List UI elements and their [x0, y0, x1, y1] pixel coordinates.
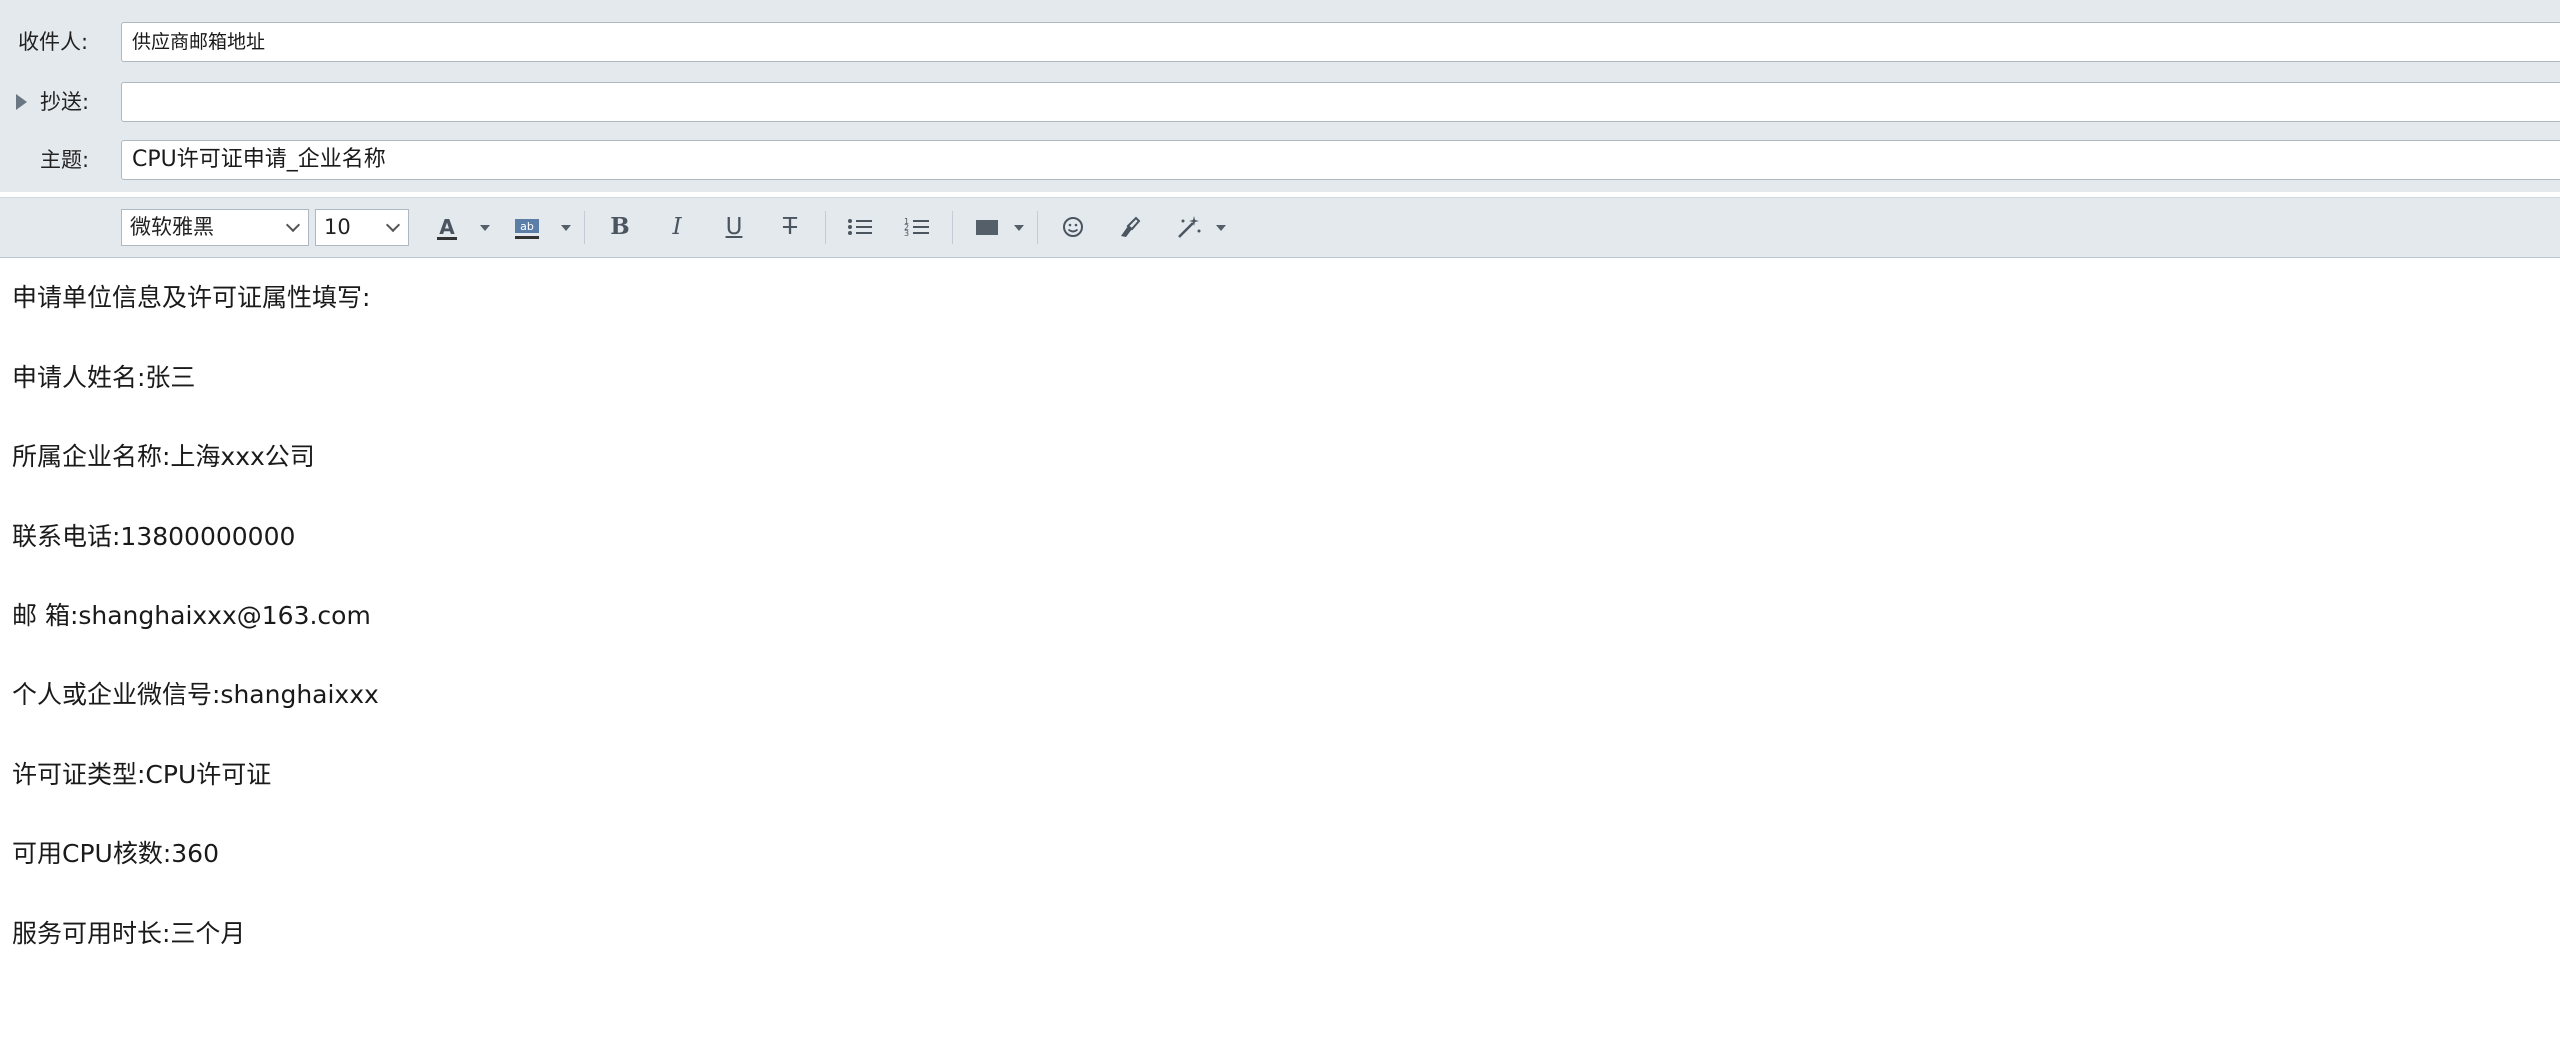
- numbered-list-icon[interactable]: 123: [902, 212, 932, 242]
- toolbar-divider: [825, 211, 826, 244]
- bold-button[interactable]: B: [605, 212, 635, 242]
- table-icon[interactable]: [972, 212, 1002, 242]
- font-size-select[interactable]: 10: [315, 209, 409, 246]
- formatting-toolbar: 微软雅黑 10 A ab B I U T 123: [0, 197, 2560, 258]
- body-line: 申请人姓名:张三: [12, 363, 196, 392]
- cc-input[interactable]: [121, 82, 2560, 122]
- body-line: 申请单位信息及许可证属性填写:: [12, 283, 371, 312]
- to-row: 收件人: 供应商邮箱地址: [0, 18, 2560, 66]
- svg-text:ab: ab: [520, 220, 534, 233]
- chevron-down-icon: [385, 217, 401, 233]
- toolbar-divider: [1037, 211, 1038, 244]
- expand-arrow-icon[interactable]: [16, 94, 27, 110]
- font-color-icon[interactable]: A: [433, 212, 461, 242]
- format-painter-icon[interactable]: [1115, 212, 1145, 242]
- italic-button[interactable]: I: [662, 212, 692, 242]
- subject-input[interactable]: CPU许可证申请_企业名称: [121, 140, 2560, 180]
- bullet-list-icon[interactable]: [845, 212, 875, 242]
- emoji-icon[interactable]: [1058, 212, 1088, 242]
- svg-text:3: 3: [904, 229, 909, 238]
- body-line: 联系电话:13800000000: [12, 522, 296, 551]
- toolbar-divider: [584, 211, 585, 244]
- font-family-value: 微软雅黑: [130, 215, 214, 239]
- to-input[interactable]: 供应商邮箱地址: [121, 22, 2560, 62]
- compose-header: 收件人: 供应商邮箱地址 抄送: 主题: CPU许可证申请_企业名称: [0, 0, 2560, 192]
- body-line: 可用CPU核数:360: [12, 839, 219, 868]
- cc-label: 抄送:: [40, 90, 90, 114]
- body-line: 邮 箱:shanghaixxx@163.com: [12, 601, 371, 630]
- font-family-select[interactable]: 微软雅黑: [121, 209, 309, 246]
- font-size-value: 10: [324, 215, 351, 239]
- body-line: 所属企业名称:上海xxx公司: [12, 442, 315, 471]
- svg-text:A: A: [439, 215, 455, 239]
- strikethrough-button[interactable]: T: [775, 212, 805, 242]
- highlight-dropdown-icon[interactable]: [561, 225, 571, 231]
- body-line: 服务可用时长:三个月: [12, 919, 246, 948]
- highlight-icon[interactable]: ab: [512, 212, 542, 242]
- cc-row: 抄送:: [0, 78, 2560, 126]
- table-dropdown-icon[interactable]: [1014, 225, 1024, 231]
- magic-dropdown-icon[interactable]: [1216, 225, 1226, 231]
- body-line: 个人或企业微信号:shanghaixxx: [12, 680, 379, 709]
- toolbar-divider: [952, 211, 953, 244]
- subject-label: 主题:: [40, 148, 90, 172]
- to-label: 收件人:: [18, 30, 89, 54]
- magic-wand-icon[interactable]: [1174, 212, 1204, 242]
- subject-row: 主题: CPU许可证申请_企业名称: [0, 136, 2560, 184]
- chevron-down-icon: [285, 217, 301, 233]
- font-color-dropdown-icon[interactable]: [480, 225, 490, 231]
- underline-button[interactable]: U: [719, 212, 749, 242]
- body-line: 许可证类型:CPU许可证: [12, 760, 272, 789]
